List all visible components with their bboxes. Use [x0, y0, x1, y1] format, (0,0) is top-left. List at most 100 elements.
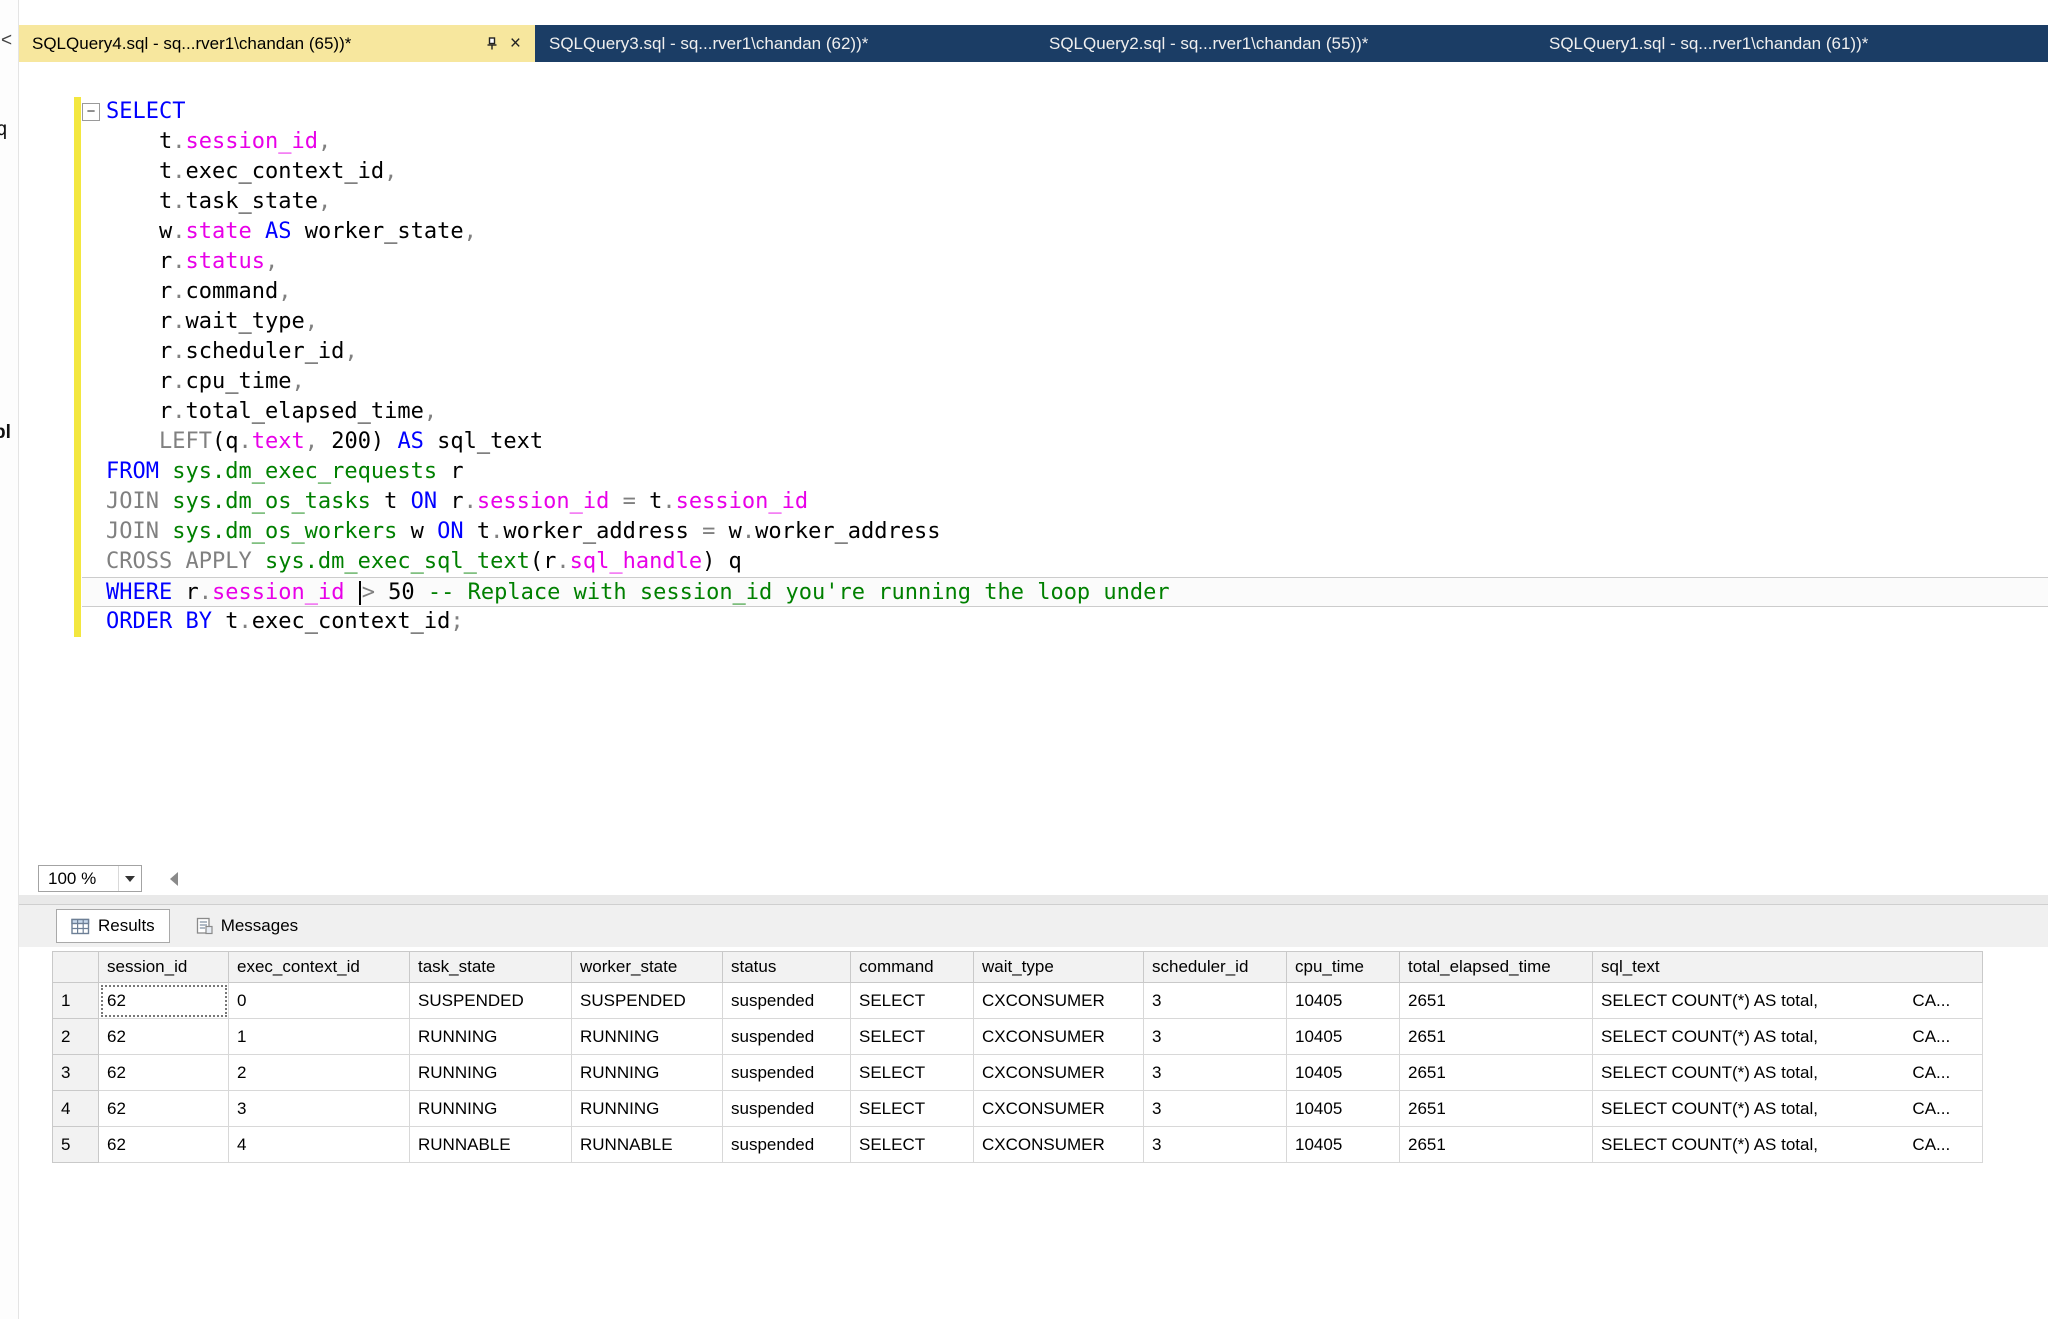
grid-cell[interactable]: 62	[99, 1019, 229, 1055]
grid-cell[interactable]: 1	[229, 1019, 410, 1055]
grid-column-header[interactable]: total_elapsed_time	[1400, 952, 1593, 983]
row-number-cell[interactable]: 5	[53, 1127, 99, 1163]
grid-column-header[interactable]: command	[851, 952, 974, 983]
row-number-cell[interactable]: 3	[53, 1055, 99, 1091]
code-line[interactable]: −SELECT	[82, 97, 2048, 127]
collapse-toggle-icon[interactable]: −	[82, 103, 100, 121]
grid-cell[interactable]: 2651	[1400, 1091, 1593, 1127]
code-line[interactable]: LEFT(q.text, 200) AS sql_text	[82, 427, 2048, 457]
grid-cell[interactable]: suspended	[723, 1127, 851, 1163]
grid-cell[interactable]: 2651	[1400, 983, 1593, 1019]
grid-cell[interactable]: CXCONSUMER	[974, 983, 1144, 1019]
grid-column-header[interactable]: scheduler_id	[1144, 952, 1287, 983]
grid-column-header[interactable]: task_state	[410, 952, 572, 983]
code-line[interactable]: r.cpu_time,	[82, 367, 2048, 397]
grid-cell[interactable]: RUNNING	[572, 1019, 723, 1055]
tab-scroll-chevron-icon[interactable]: <	[1, 30, 12, 52]
grid-column-header[interactable]: status	[723, 952, 851, 983]
grid-column-header[interactable]: exec_context_id	[229, 952, 410, 983]
grid-cell[interactable]: SUSPENDED	[572, 983, 723, 1019]
code-line[interactable]: r.scheduler_id,	[82, 337, 2048, 367]
grid-column-header[interactable]: wait_type	[974, 952, 1144, 983]
grid-cell[interactable]: RUNNING	[410, 1019, 572, 1055]
pin-icon[interactable]	[484, 36, 500, 52]
document-tab[interactable]: SQLQuery2.sql - sq...rver1\chandan (55))…	[1035, 25, 1535, 62]
grid-column-header[interactable]: sql_text	[1593, 952, 1983, 983]
grid-cell[interactable]: SELECT	[851, 1127, 974, 1163]
grid-cell[interactable]: 10405	[1287, 1091, 1400, 1127]
grid-cell[interactable]: RUNNING	[572, 1091, 723, 1127]
grid-cell[interactable]: 62	[99, 1091, 229, 1127]
grid-cell[interactable]: CXCONSUMER	[974, 1091, 1144, 1127]
grid-cell[interactable]: 10405	[1287, 1127, 1400, 1163]
code-line[interactable]: JOIN sys.dm_os_tasks t ON r.session_id =…	[82, 487, 2048, 517]
tab-results[interactable]: Results	[56, 909, 170, 943]
grid-cell[interactable]: 3	[1144, 983, 1287, 1019]
grid-cell[interactable]: RUNNABLE	[572, 1127, 723, 1163]
zoom-select[interactable]: 100 %	[38, 865, 142, 892]
code-line[interactable]: ORDER BY t.exec_context_id;	[82, 607, 2048, 637]
code-line[interactable]: FROM sys.dm_exec_requests r	[82, 457, 2048, 487]
grid-cell[interactable]: CXCONSUMER	[974, 1055, 1144, 1091]
grid-cell[interactable]: 10405	[1287, 1019, 1400, 1055]
code-line[interactable]: JOIN sys.dm_os_workers w ON t.worker_add…	[82, 517, 2048, 547]
grid-cell[interactable]: SELECT	[851, 1091, 974, 1127]
grid-cell[interactable]: SELECT COUNT(*) AS total, CA...	[1593, 983, 1983, 1019]
document-tab[interactable]: SQLQuery3.sql - sq...rver1\chandan (62))…	[535, 25, 1035, 62]
grid-cell[interactable]: 2651	[1400, 1019, 1593, 1055]
row-number-cell[interactable]: 2	[53, 1019, 99, 1055]
grid-cell[interactable]: SELECT	[851, 1055, 974, 1091]
grid-cell[interactable]: 2651	[1400, 1055, 1593, 1091]
code-line[interactable]: r.status,	[82, 247, 2048, 277]
code-line[interactable]: t.exec_context_id,	[82, 157, 2048, 187]
code-line[interactable]: WHERE r.session_id > 50 -- Replace with …	[82, 577, 2048, 607]
grid-column-header[interactable]: session_id	[99, 952, 229, 983]
scroll-left-icon[interactable]	[170, 872, 178, 886]
grid-cell[interactable]: SELECT COUNT(*) AS total, CA...	[1593, 1019, 1983, 1055]
grid-cell[interactable]: 3	[1144, 1091, 1287, 1127]
grid-cell[interactable]: CXCONSUMER	[974, 1019, 1144, 1055]
grid-cell[interactable]: suspended	[723, 983, 851, 1019]
code-line[interactable]: r.wait_type,	[82, 307, 2048, 337]
grid-cell[interactable]: suspended	[723, 1055, 851, 1091]
document-tab[interactable]: SQLQuery1.sql - sq...rver1\chandan (61))…	[1535, 25, 2035, 62]
grid-cell[interactable]: 62	[99, 1127, 229, 1163]
grid-cell[interactable]: suspended	[723, 1019, 851, 1055]
grid-corner-cell[interactable]	[53, 952, 99, 983]
grid-cell[interactable]: SELECT COUNT(*) AS total, CA...	[1593, 1091, 1983, 1127]
pane-splitter[interactable]	[0, 895, 2048, 904]
sql-editor[interactable]: −SELECT t.session_id, t.exec_context_id,…	[18, 62, 2048, 862]
grid-cell[interactable]: SUSPENDED	[410, 983, 572, 1019]
grid-column-header[interactable]: cpu_time	[1287, 952, 1400, 983]
grid-cell[interactable]: RUNNING	[572, 1055, 723, 1091]
grid-cell[interactable]: 0	[229, 983, 410, 1019]
grid-cell[interactable]: RUNNING	[410, 1091, 572, 1127]
grid-cell[interactable]: suspended	[723, 1091, 851, 1127]
grid-cell[interactable]: SELECT	[851, 1019, 974, 1055]
row-number-cell[interactable]: 1	[53, 983, 99, 1019]
tab-messages[interactable]: Messages	[180, 909, 313, 943]
row-number-cell[interactable]: 4	[53, 1091, 99, 1127]
code-line[interactable]: r.total_elapsed_time,	[82, 397, 2048, 427]
grid-cell[interactable]: 2	[229, 1055, 410, 1091]
grid-cell[interactable]: 62	[99, 983, 229, 1019]
grid-cell[interactable]: SELECT COUNT(*) AS total, CA...	[1593, 1055, 1983, 1091]
grid-cell[interactable]: CXCONSUMER	[974, 1127, 1144, 1163]
grid-cell[interactable]: 10405	[1287, 983, 1400, 1019]
document-tab[interactable]: SQLQuery4.sql - sq...rver1\chandan (65))…	[18, 25, 535, 62]
grid-cell[interactable]: 3	[1144, 1127, 1287, 1163]
grid-cell[interactable]: SELECT COUNT(*) AS total, CA...	[1593, 1127, 1983, 1163]
grid-cell[interactable]: RUNNABLE	[410, 1127, 572, 1163]
grid-cell[interactable]: SELECT	[851, 983, 974, 1019]
grid-cell[interactable]: 3	[1144, 1019, 1287, 1055]
zoom-dropdown-button[interactable]	[118, 866, 141, 891]
code-line[interactable]: CROSS APPLY sys.dm_exec_sql_text(r.sql_h…	[82, 547, 2048, 577]
grid-cell[interactable]: 3	[229, 1091, 410, 1127]
grid-cell[interactable]: 10405	[1287, 1055, 1400, 1091]
code-line[interactable]: t.task_state,	[82, 187, 2048, 217]
code-line[interactable]: w.state AS worker_state,	[82, 217, 2048, 247]
grid-column-header[interactable]: worker_state	[572, 952, 723, 983]
grid-cell[interactable]: 3	[1144, 1055, 1287, 1091]
grid-cell[interactable]: 62	[99, 1055, 229, 1091]
collapsed-panel-strip[interactable]: < q bl	[0, 0, 19, 1319]
